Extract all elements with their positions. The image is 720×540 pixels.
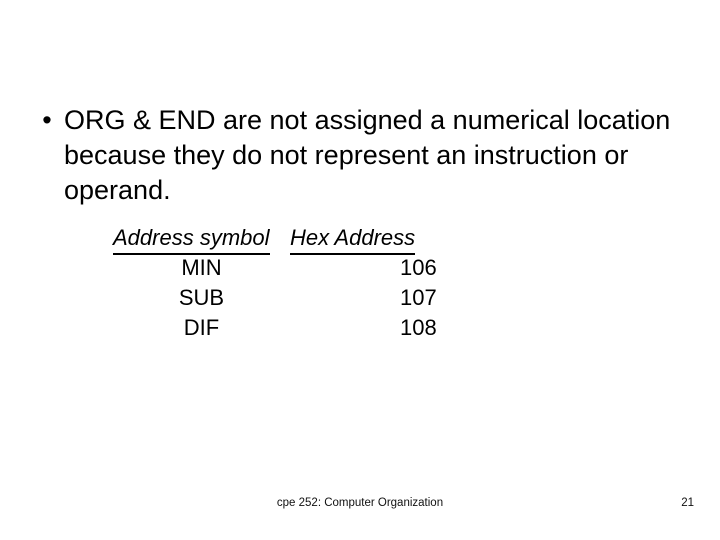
table-cell-hex-value: 108	[400, 315, 437, 340]
bullet-item-text: ORG & END are not assigned a numerical l…	[64, 105, 671, 205]
table-row: SUB 107	[0, 284, 720, 314]
table-header-hex-label: Hex Address	[290, 224, 416, 255]
footer-page-number: 21	[681, 497, 694, 509]
list-item: • ORG & END are not assigned a numerical…	[30, 103, 680, 208]
table-cell-hex: 107	[290, 284, 437, 312]
address-table: Address symbol Hex Address MIN 106 SUB 1…	[0, 224, 720, 344]
table-header-symbol-label: Address symbol	[113, 224, 270, 255]
table-cell-symbol: DIF	[0, 314, 290, 342]
table-cell-hex: 108	[290, 314, 437, 342]
slide-canvas: • ORG & END are not assigned a numerical…	[0, 0, 720, 540]
table-row: DIF 108	[0, 314, 720, 344]
table-header-row: Address symbol Hex Address	[0, 224, 720, 255]
table-cell-symbol: MIN	[0, 254, 290, 282]
table-cell-hex: 106	[290, 254, 437, 282]
table-cell-symbol-value: MIN	[181, 255, 222, 280]
bullet-list: • ORG & END are not assigned a numerical…	[30, 103, 680, 208]
bullet-marker-icon: •	[42, 105, 52, 135]
table-cell-hex-value: 106	[400, 255, 437, 280]
table-cell-symbol-value: SUB	[178, 285, 225, 310]
table-row: MIN 106	[0, 254, 720, 284]
table-cell-symbol: SUB	[0, 284, 290, 312]
footer-course-label: cpe 252: Computer Organization	[276, 497, 444, 509]
table-cell-symbol-value: DIF	[183, 315, 220, 340]
table-cell-hex-value: 107	[400, 285, 437, 310]
table-header-symbol: Address symbol	[0, 224, 290, 255]
table-header-hex: Hex Address	[290, 224, 416, 255]
